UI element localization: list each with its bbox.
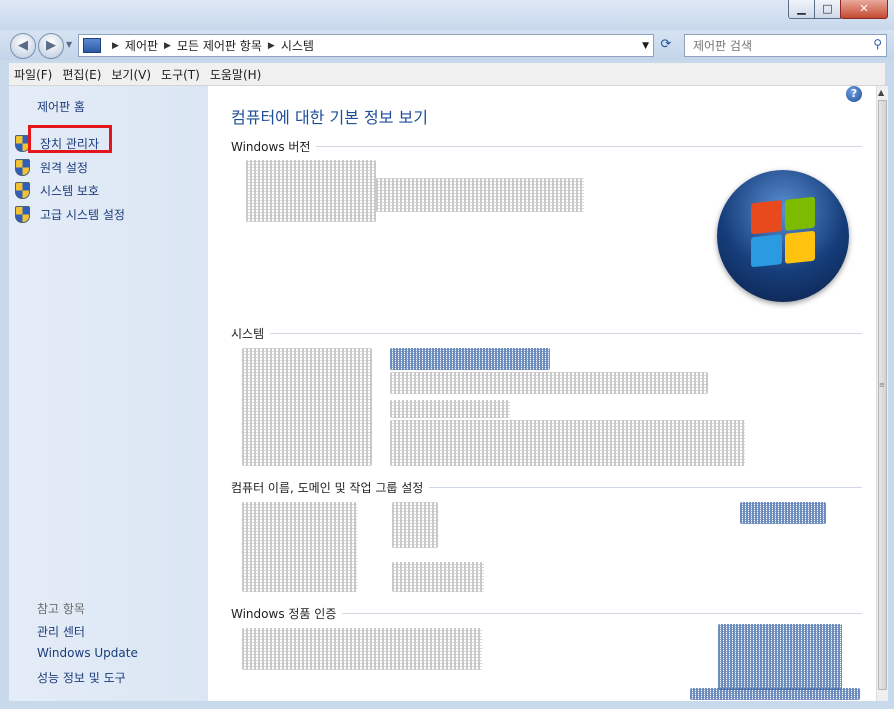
- section-heading: 컴퓨터 이름, 도메인 및 작업 그룹 설정: [231, 481, 424, 495]
- windows-flag-icon: [751, 196, 815, 268]
- minimize-button[interactable]: ▁: [788, 0, 815, 19]
- sidebar-item-label[interactable]: 시스템 보호: [40, 182, 99, 199]
- address-dropdown-icon[interactable]: ▼: [642, 41, 649, 51]
- breadcrumb-separator-icon: ▶: [267, 40, 275, 51]
- control-panel-home-link[interactable]: 제어판 홈: [37, 98, 85, 115]
- redacted-change-settings-link[interactable]: [740, 502, 826, 524]
- redacted-system-values: [390, 420, 745, 466]
- maximize-button[interactable]: □: [814, 0, 841, 19]
- redacted-computer-values: [392, 502, 438, 548]
- windows-update-link[interactable]: Windows Update: [37, 646, 138, 660]
- see-also-heading: 참고 항목: [37, 602, 85, 616]
- sidebar-item-remote-settings[interactable]: 원격 설정: [15, 159, 88, 176]
- redacted-edition-info: [246, 160, 376, 222]
- breadcrumb-separator-icon: ▶: [112, 40, 119, 51]
- menu-bar: 파일(F) 편집(E) 보기(V) 도구(T) 도움말(H): [9, 63, 885, 86]
- section-heading: Windows 버전: [231, 140, 311, 154]
- scroll-grip-icon: ≡: [879, 381, 885, 389]
- section-divider: [316, 146, 862, 147]
- scroll-thumb[interactable]: [878, 100, 887, 690]
- redacted-genuine-badge: [718, 624, 842, 690]
- redacted-system-values: [390, 400, 510, 418]
- task-pane: 제어판 홈 장치 관리자 원격 설정 시스템 보호 고급 시스템 설정 참고 항…: [9, 86, 208, 701]
- address-bar[interactable]: ▶ 제어판 ▶ 모든 제어판 항목 ▶ 시스템 ▼: [78, 34, 654, 57]
- vertical-scrollbar[interactable]: ▲ ≡: [876, 86, 888, 701]
- search-input[interactable]: [691, 35, 865, 56]
- redacted-system-labels: [242, 348, 372, 466]
- redacted-genuine-link[interactable]: [690, 688, 860, 700]
- redacted-computer-labels: [242, 502, 357, 592]
- menu-help[interactable]: 도움말(H): [205, 66, 267, 83]
- close-button[interactable]: ✕: [840, 0, 888, 19]
- navigation-bar: ◀ ▶ ▼ ▶ 제어판 ▶ 모든 제어판 항목 ▶ 시스템 ▼ ⟳ ⚲: [0, 30, 894, 60]
- search-box[interactable]: ⚲: [684, 34, 887, 57]
- windows-logo: [717, 170, 849, 302]
- section-divider: [342, 613, 862, 614]
- sidebar-item-advanced-settings[interactable]: 고급 시스템 설정: [15, 206, 125, 223]
- uac-shield-icon: [15, 182, 30, 199]
- menu-edit[interactable]: 편집(E): [57, 66, 106, 83]
- search-icon[interactable]: ⚲: [873, 37, 882, 51]
- sidebar-item-label[interactable]: 원격 설정: [40, 159, 88, 176]
- redacted-edition-info: [376, 178, 584, 212]
- section-activation: Windows 정품 인증: [231, 605, 862, 622]
- menu-tools[interactable]: 도구(T): [156, 66, 205, 83]
- breadcrumb-system[interactable]: 시스템: [281, 37, 314, 54]
- action-center-link[interactable]: 관리 센터: [37, 623, 85, 640]
- scroll-up-icon[interactable]: ▲: [878, 88, 884, 97]
- section-windows-edition: Windows 버전: [231, 138, 862, 155]
- section-divider: [270, 333, 862, 334]
- section-heading: 시스템: [231, 327, 265, 341]
- redacted-activation-info: [242, 628, 482, 670]
- menu-view[interactable]: 보기(V): [106, 66, 156, 83]
- redacted-rating: [390, 348, 550, 370]
- breadcrumb-control-panel[interactable]: 제어판: [125, 37, 158, 54]
- breadcrumb-all-items[interactable]: 모든 제어판 항목: [177, 37, 262, 54]
- menu-file[interactable]: 파일(F): [9, 66, 57, 83]
- section-divider: [429, 487, 862, 488]
- section-heading: Windows 정품 인증: [231, 607, 337, 621]
- sidebar-item-system-protection[interactable]: 시스템 보호: [15, 182, 99, 199]
- refresh-button[interactable]: ⟳: [655, 34, 677, 55]
- sidebar-item-label[interactable]: 고급 시스템 설정: [40, 206, 125, 223]
- redacted-system-values: [390, 372, 708, 394]
- help-icon[interactable]: ?: [846, 86, 862, 102]
- title-bar: [0, 0, 894, 30]
- page-title: 컴퓨터에 대한 기본 정보 보기: [231, 108, 428, 127]
- uac-shield-icon: [15, 159, 30, 176]
- back-button[interactable]: ◀: [10, 33, 36, 59]
- section-system: 시스템: [231, 325, 862, 342]
- redacted-computer-values: [392, 562, 484, 592]
- forward-button[interactable]: ▶: [38, 33, 64, 59]
- control-panel-icon: [83, 38, 101, 53]
- performance-tools-link[interactable]: 성능 정보 및 도구: [37, 669, 126, 686]
- highlight-annotation-box: [28, 125, 112, 153]
- history-dropdown-icon[interactable]: ▼: [66, 40, 72, 49]
- uac-shield-icon: [15, 206, 30, 223]
- breadcrumb-separator-icon: ▶: [164, 40, 171, 51]
- section-computer-name: 컴퓨터 이름, 도메인 및 작업 그룹 설정: [231, 479, 862, 496]
